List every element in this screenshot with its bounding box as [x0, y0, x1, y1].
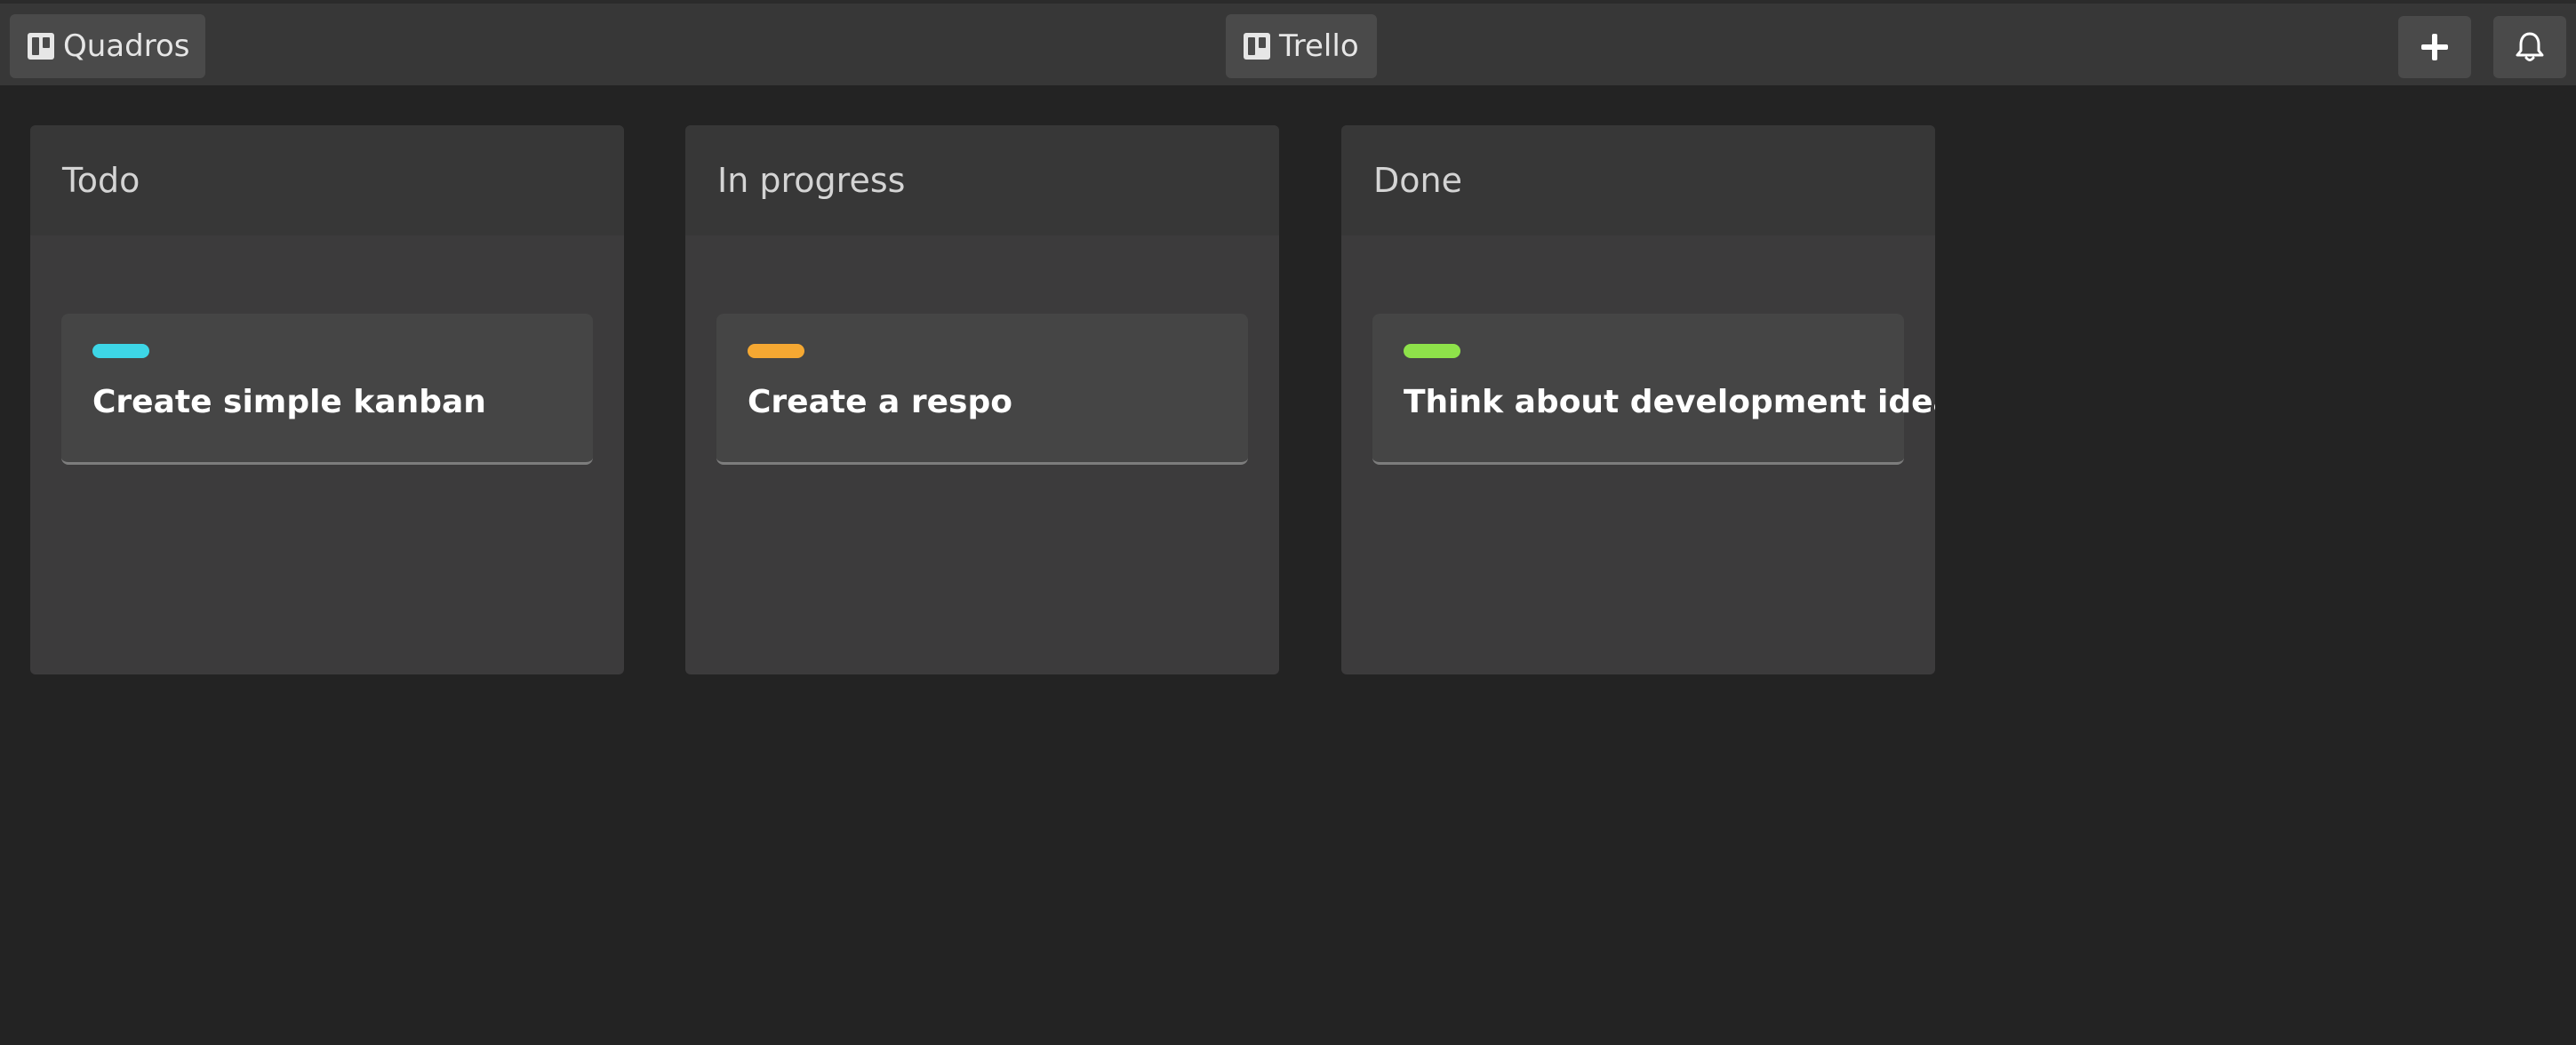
card-label[interactable] — [748, 344, 804, 358]
board-icon — [28, 33, 54, 60]
notifications-button[interactable] — [2493, 16, 2566, 78]
list-done: Done Think about development idea — [1341, 125, 1935, 674]
list-in-progress: In progress Create a respo — [685, 125, 1279, 674]
card-title: Create a respo — [748, 384, 1012, 420]
list-title: Todo — [62, 161, 140, 200]
card-title: Create simple kanban — [92, 384, 486, 420]
card[interactable]: Think about development idea — [1372, 314, 1935, 465]
top-navigation-bar: Quadros Trello — [0, 0, 2576, 85]
add-button[interactable] — [2398, 16, 2471, 78]
trello-logo-label: Trello — [1279, 28, 1359, 64]
card-label[interactable] — [1404, 344, 1460, 358]
list-title: In progress — [717, 161, 906, 200]
list-header: In progress — [685, 125, 1279, 235]
list-todo: Todo Create simple kanban — [30, 125, 624, 674]
list-header: Todo — [30, 125, 624, 235]
card-label[interactable] — [92, 344, 149, 358]
trello-home-button[interactable]: Trello — [1226, 14, 1377, 78]
card[interactable]: Create a respo — [716, 314, 1248, 465]
plus-icon — [2421, 34, 2448, 60]
bell-icon — [2516, 32, 2544, 61]
card[interactable]: Create simple kanban — [61, 314, 593, 465]
trello-logo-icon — [1244, 33, 1270, 60]
boards-button-label: Quadros — [63, 28, 190, 64]
list-title: Done — [1373, 161, 1462, 200]
list-header: Done — [1341, 125, 1935, 235]
boards-button[interactable]: Quadros — [10, 14, 205, 78]
card-title: Think about development idea — [1404, 384, 1935, 420]
